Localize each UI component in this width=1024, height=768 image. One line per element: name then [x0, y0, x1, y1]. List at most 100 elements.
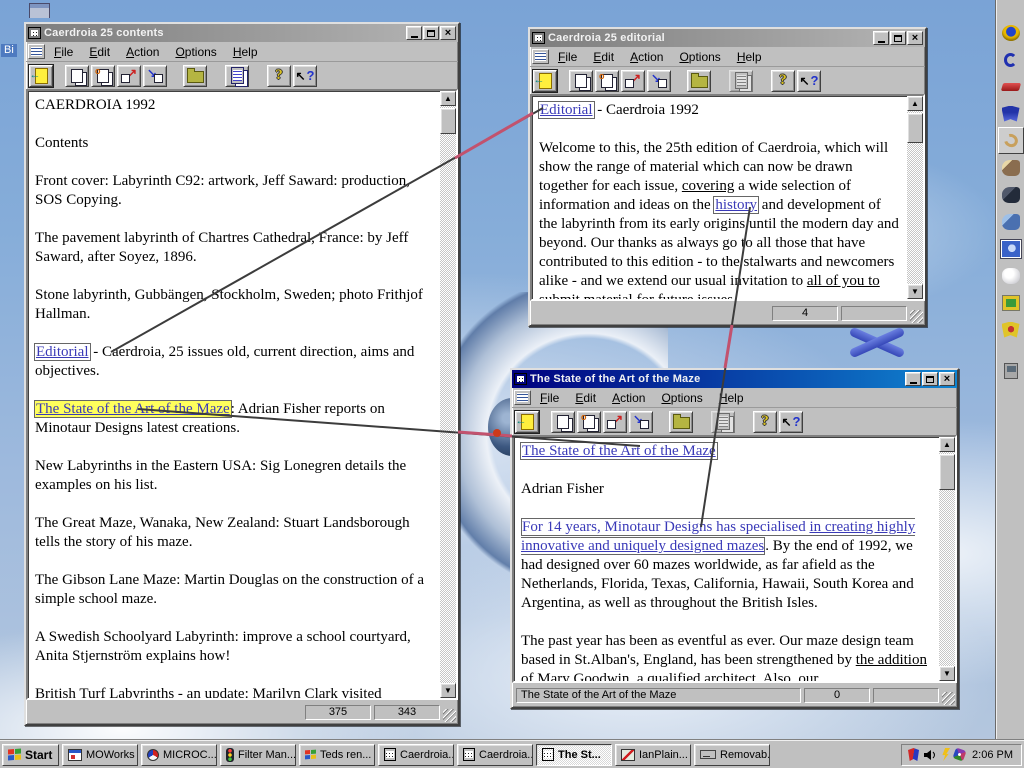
context-help-icon[interactable]: ↖?	[293, 64, 317, 87]
menu-edit[interactable]: Edit	[586, 49, 621, 65]
scroll-thumb[interactable]	[907, 113, 923, 143]
scroll-down-icon[interactable]: ▼	[440, 683, 456, 698]
paste-page-icon[interactable]: o	[595, 69, 619, 92]
link-back-icon[interactable]: ↘	[647, 69, 671, 92]
badge-icon[interactable]	[998, 316, 1024, 343]
menu-options[interactable]: Options	[654, 390, 709, 406]
menu-action[interactable]: Action	[119, 44, 166, 60]
taskbar-button-ianplain[interactable]: IanPlain...	[615, 743, 691, 766]
stapler-icon[interactable]	[998, 73, 1024, 100]
context-help-icon[interactable]: ↖?	[779, 410, 803, 433]
help-icon[interactable]: ?	[753, 410, 777, 433]
scroll-up-icon[interactable]: ▲	[939, 437, 955, 452]
menu-file[interactable]: File	[533, 390, 566, 406]
taskbar-button-teds[interactable]: Teds ren...	[299, 743, 375, 766]
system-menu-icon[interactable]	[532, 32, 545, 44]
minimize-button[interactable]	[406, 26, 422, 40]
link-forward-icon[interactable]: ↗	[117, 64, 141, 87]
open-file-icon[interactable]	[687, 69, 711, 92]
scroll-thumb[interactable]	[939, 454, 955, 490]
menu-edit[interactable]: Edit	[82, 44, 117, 60]
pinwheel-icon[interactable]	[952, 747, 967, 762]
exit-icon[interactable]: ←	[514, 409, 540, 434]
close-button[interactable]: ×	[907, 31, 923, 45]
page-icon[interactable]	[514, 390, 531, 405]
cable-icon[interactable]	[997, 127, 1024, 154]
taskbar-button-caerdroia-1[interactable]: Caerdroia...	[378, 743, 454, 766]
start-button[interactable]: Start	[2, 743, 59, 766]
menu-options[interactable]: Options	[672, 49, 727, 65]
close-button[interactable]: ×	[939, 372, 955, 386]
minimize-button[interactable]	[873, 31, 889, 45]
link-back-icon[interactable]: ↘	[143, 64, 167, 87]
copy-page-icon[interactable]	[65, 64, 89, 87]
link-forward-icon[interactable]: ↗	[603, 410, 627, 433]
close-button[interactable]: ×	[440, 26, 456, 40]
paste-page-icon[interactable]: o	[577, 410, 601, 433]
taskbar-button-caerdroia-2[interactable]: Caerdroia...	[457, 743, 533, 766]
link-back-icon[interactable]: ↘	[629, 410, 653, 433]
copy-pages-icon[interactable]	[225, 64, 249, 87]
copy-page-icon[interactable]	[551, 410, 575, 433]
exit-icon[interactable]: ←	[28, 63, 54, 88]
titlebar[interactable]: Caerdroia 25 editorial ×	[530, 29, 925, 47]
vertical-scrollbar[interactable]: ▲ ▼	[907, 96, 923, 299]
copy-pages-icon[interactable]	[711, 410, 735, 433]
titlebar[interactable]: Caerdroia 25 contents ×	[26, 24, 458, 42]
help-icon[interactable]: ?	[267, 64, 291, 87]
open-file-icon[interactable]	[669, 410, 693, 433]
scroll-up-icon[interactable]: ▲	[440, 91, 456, 106]
taskbar-button-removable[interactable]: Removab...	[694, 743, 770, 766]
vertical-scrollbar[interactable]: ▲ ▼	[440, 91, 456, 698]
resize-grip[interactable]	[443, 709, 456, 722]
system-menu-icon[interactable]	[28, 27, 41, 39]
scroll-down-icon[interactable]: ▼	[907, 284, 923, 299]
page-icon[interactable]	[532, 49, 549, 64]
handheld-on-icon[interactable]	[998, 289, 1024, 316]
boot-dark-icon[interactable]	[998, 181, 1024, 208]
boot-paint-icon[interactable]	[998, 208, 1024, 235]
menu-help[interactable]: Help	[712, 390, 751, 406]
open-file-icon[interactable]	[183, 64, 207, 87]
photo-icon[interactable]	[998, 235, 1024, 262]
scroll-thumb[interactable]	[440, 108, 456, 134]
page-icon[interactable]	[28, 44, 45, 59]
taskbar-button-microc[interactable]: MICROC...	[141, 743, 217, 766]
jug-icon[interactable]	[998, 262, 1024, 289]
boot-sketch-icon[interactable]	[998, 154, 1024, 181]
scroll-up-icon[interactable]: ▲	[907, 96, 923, 111]
help-icon[interactable]: ?	[771, 69, 795, 92]
desktop-icon-partial[interactable]	[29, 3, 50, 18]
taskbar-button-filter-manager[interactable]: Filter Man...	[220, 743, 296, 766]
menu-options[interactable]: Options	[168, 44, 223, 60]
antivirus-shield-icon[interactable]	[908, 748, 920, 761]
menu-file[interactable]: File	[551, 49, 584, 65]
menu-help[interactable]: Help	[226, 44, 265, 60]
link-forward-icon[interactable]: ↗	[621, 69, 645, 92]
taskbar-button-the-state[interactable]: The St...	[536, 743, 612, 766]
hyperlink-history[interactable]: history	[714, 197, 758, 213]
system-menu-icon[interactable]	[514, 373, 527, 385]
maximize-button[interactable]	[922, 372, 938, 386]
scroll-down-icon[interactable]: ▼	[939, 666, 955, 681]
taskbar-button-moworks[interactable]: MOWorks	[62, 743, 138, 766]
minimize-button[interactable]	[905, 372, 921, 386]
resize-grip[interactable]	[910, 310, 923, 323]
copy-page-icon[interactable]	[569, 69, 593, 92]
hyperlink-editorial[interactable]: Editorial	[35, 344, 90, 360]
volume-icon[interactable]	[923, 749, 937, 761]
exit-icon[interactable]: ←	[532, 68, 558, 93]
shield-icon[interactable]	[998, 100, 1024, 127]
organizer-icon[interactable]	[998, 357, 1024, 384]
paste-page-icon[interactable]: o	[91, 64, 115, 87]
menu-help[interactable]: Help	[730, 49, 769, 65]
hyperlink-state-of-the-art[interactable]: The State of the Art of the Maze	[521, 443, 717, 459]
stretch-link-covering[interactable]: covering	[682, 178, 734, 194]
menu-action[interactable]: Action	[605, 390, 652, 406]
vertical-scrollbar[interactable]: ▲ ▼	[939, 437, 955, 681]
hyperlink-editorial[interactable]: Editorial	[539, 102, 594, 118]
maximize-button[interactable]	[423, 26, 439, 40]
copy-pages-icon[interactable]	[729, 69, 753, 92]
titlebar[interactable]: The State of the Art of the Maze ×	[512, 370, 957, 388]
menu-action[interactable]: Action	[623, 49, 670, 65]
